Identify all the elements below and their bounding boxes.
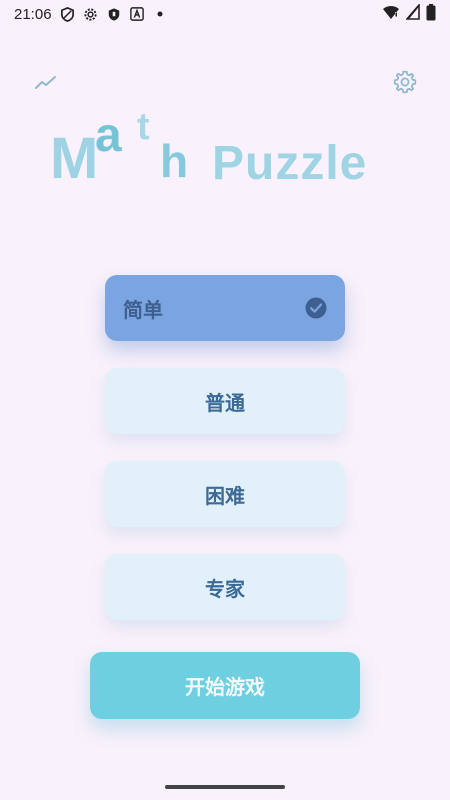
title-letter-a: a	[95, 109, 122, 162]
shield-icon	[60, 6, 76, 22]
title-letter-t: t	[137, 106, 150, 148]
title-letter-h: h	[160, 135, 189, 187]
home-indicator[interactable]	[165, 785, 285, 789]
settings-button[interactable]	[391, 68, 419, 96]
difficulty-label: 简单	[123, 297, 163, 322]
shield-filled-icon	[106, 6, 122, 22]
app-title: M a t h Puzzle	[0, 108, 450, 198]
gear-icon	[83, 6, 99, 22]
difficulty-label: 困难	[205, 483, 245, 508]
app-screen: 21:06 M a t h Puzzle 简单 普通 困难 专家 开始游戏	[0, 0, 450, 800]
font-a-icon	[129, 6, 145, 22]
difficulty-hard-button[interactable]: 困难	[105, 461, 345, 527]
battery-icon	[426, 3, 436, 25]
status-time: 21:06	[14, 5, 52, 23]
difficulty-label: 专家	[205, 576, 245, 601]
trending-icon	[35, 76, 56, 89]
title-letter-m: M	[50, 126, 99, 191]
check-circle-icon	[305, 297, 327, 319]
signal-icon	[405, 2, 420, 24]
start-game-button[interactable]: 开始游戏	[90, 652, 360, 719]
stats-button[interactable]	[32, 68, 60, 96]
dot-icon	[152, 6, 168, 22]
status-bar: 21:06	[0, 0, 450, 28]
difficulty-normal-button[interactable]: 普通	[105, 368, 345, 434]
title-word-puzzle: Puzzle	[212, 137, 368, 190]
difficulty-label: 普通	[205, 390, 245, 415]
difficulty-expert-button[interactable]: 专家	[105, 554, 345, 620]
wifi-icon	[382, 4, 400, 24]
gear-icon	[393, 70, 417, 94]
difficulty-easy-button[interactable]: 简单	[105, 275, 345, 341]
start-game-label: 开始游戏	[185, 675, 265, 699]
status-right-group	[382, 2, 436, 25]
